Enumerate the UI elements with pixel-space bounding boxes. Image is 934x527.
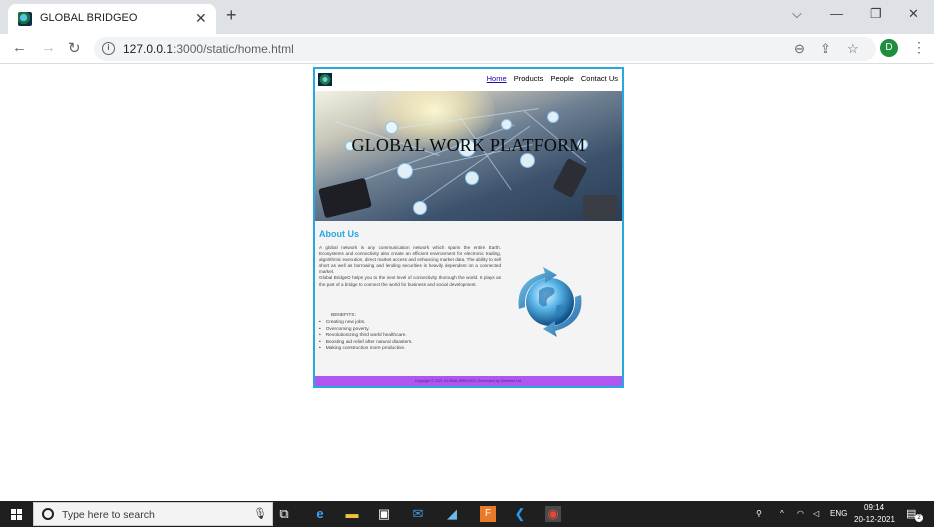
share-icon[interactable]: ⇪ <box>820 41 831 57</box>
about-section: About Us A global network is any communi… <box>315 221 622 376</box>
close-window-icon[interactable]: ✕ <box>908 6 919 22</box>
nav-link-contact[interactable]: Contact Us <box>581 74 618 83</box>
tab-title: GLOBAL BRIDGEO <box>40 12 138 24</box>
forward-arrow-icon[interactable]: → <box>41 39 56 56</box>
address-bar[interactable]: i 127.0.0.1:3000/static/home.html ⊖ ⇪ ☆ <box>94 37 876 61</box>
back-arrow-icon[interactable]: ← <box>12 39 27 56</box>
tray-chevron-icon[interactable]: ^ <box>780 509 784 518</box>
edge-browser-icon[interactable]: e <box>312 506 328 522</box>
store-icon[interactable]: ▣ <box>376 506 392 522</box>
reload-icon[interactable]: ↻ <box>68 39 81 57</box>
phone-image <box>552 157 588 199</box>
mail-icon[interactable]: ✉ <box>410 506 426 522</box>
restore-window-icon[interactable]: ❐ <box>870 6 882 22</box>
url-text: 127.0.0.1:3000/static/home.html <box>123 42 294 56</box>
network-node <box>547 111 559 123</box>
site-logo-icon[interactable] <box>318 73 332 86</box>
about-text: A global network is any communication ne… <box>319 245 501 288</box>
network-node <box>413 201 427 215</box>
bookmark-star-icon[interactable]: ☆ <box>847 41 859 57</box>
hero-title: GLOBAL WORK PLATFORM <box>351 135 586 155</box>
search-placeholder: Type here to search <box>62 509 155 521</box>
about-heading: About Us <box>319 229 359 239</box>
network-node <box>501 119 512 130</box>
windows-start-icon[interactable] <box>11 509 22 520</box>
site-footer: Copyright © 2021 GLOBAL BRIDGEO. Develop… <box>315 376 622 386</box>
chrome-icon[interactable]: ◉ <box>545 506 561 522</box>
app-icon[interactable]: ◢ <box>444 506 460 522</box>
clock-time[interactable]: 09:14 <box>864 503 884 512</box>
nav-link-home[interactable]: Home <box>487 74 507 83</box>
microphone-icon[interactable]: 🎙 <box>253 507 267 520</box>
taskbar-search-box[interactable]: Type here to search 🎙 <box>33 502 273 526</box>
site-info-icon[interactable]: i <box>102 42 115 55</box>
site-favicon-icon <box>18 12 32 26</box>
input-language[interactable]: ENG <box>830 509 847 518</box>
clock-date[interactable]: 20-12-2021 <box>854 515 895 524</box>
site-navbar: Home Products People Contact Us <box>315 69 622 91</box>
tablet-image <box>583 195 617 219</box>
volume-icon[interactable]: ◁ <box>813 509 819 518</box>
browser-tab-bar: GLOBAL BRIDGEO ✕ + ⌵ — ❐ ✕ <box>0 0 934 34</box>
web-page: Home Products People Contact Us GLOBAL W… <box>313 67 624 388</box>
browser-toolbar: ← → ↻ i 127.0.0.1:3000/static/home.html … <box>0 34 934 64</box>
network-node <box>385 121 398 134</box>
network-node <box>397 163 413 179</box>
browser-menu-icon[interactable]: ⋮ <box>912 39 926 56</box>
people-icon[interactable]: ⚲ <box>756 509 762 518</box>
about-paragraph-2: Global BridgeO helps you to the next lev… <box>319 275 501 287</box>
close-tab-icon[interactable]: ✕ <box>195 10 207 27</box>
file-explorer-icon[interactable]: ▬ <box>344 506 360 522</box>
benefits-list: Creating new jobs. Overcoming poverty. R… <box>319 320 413 353</box>
site-nav-links: Home Products People Contact Us <box>482 74 618 83</box>
office-app-icon[interactable]: F <box>480 506 496 522</box>
zoom-icon[interactable]: ⊖ <box>794 41 805 57</box>
nav-link-products[interactable]: Products <box>514 74 544 83</box>
globe-arrows-icon <box>518 267 582 337</box>
profile-avatar[interactable]: D <box>880 39 898 57</box>
cortana-ring-icon <box>42 508 54 520</box>
network-node <box>465 171 479 185</box>
new-tab-icon[interactable]: + <box>226 5 237 26</box>
benefit-item: Making construction more productive. <box>319 346 413 353</box>
minimize-window-icon[interactable]: — <box>830 6 843 21</box>
nav-link-people[interactable]: People <box>550 74 573 83</box>
tab-search-chevron-icon[interactable]: ⌵ <box>792 6 802 22</box>
browser-tab[interactable]: GLOBAL BRIDGEO ✕ <box>8 4 216 34</box>
windows-taskbar: Type here to search 🎙 ⧉ e ▬ ▣ ✉ ◢ F ❮ ◉ … <box>0 501 934 527</box>
benefit-item: Revolutionizing third world healthcare. <box>319 333 413 340</box>
about-paragraph-1: A global network is any communication ne… <box>319 245 501 275</box>
hero-banner: GLOBAL WORK PLATFORM <box>315 91 622 221</box>
benefits-heading: BENEFITS: <box>331 313 356 318</box>
wifi-icon[interactable]: ◠ <box>797 509 804 518</box>
task-view-icon[interactable]: ⧉ <box>276 506 292 522</box>
vscode-icon[interactable]: ❮ <box>512 506 528 522</box>
benefit-item: Creating new jobs. <box>319 320 413 327</box>
notification-count-badge: 2 <box>915 514 923 522</box>
tablet-image <box>318 177 372 219</box>
